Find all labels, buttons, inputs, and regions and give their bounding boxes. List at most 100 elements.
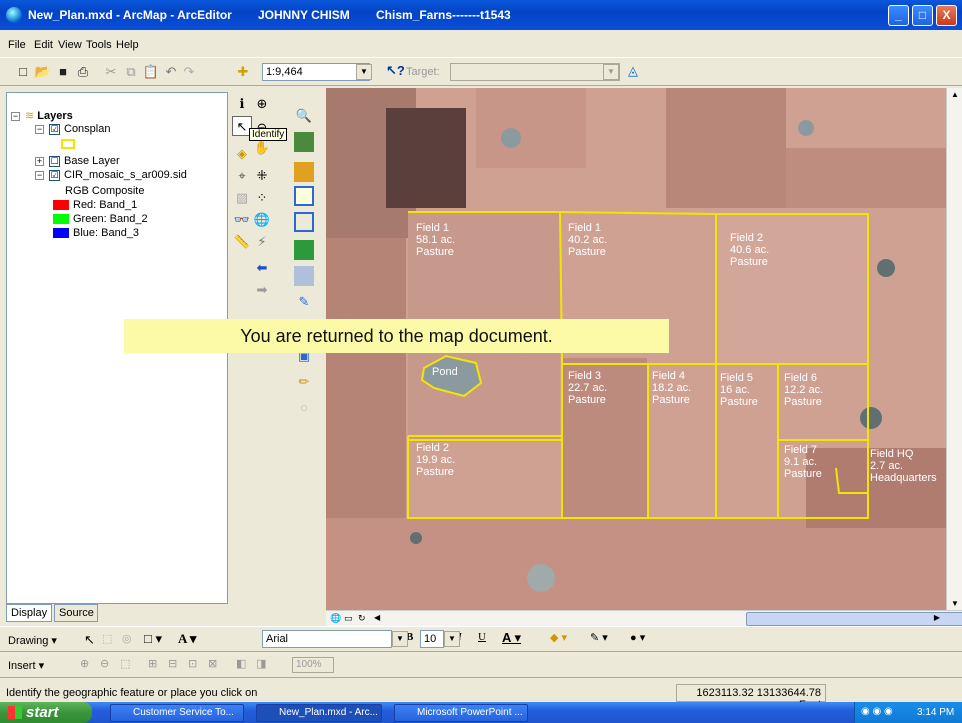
maximize-button[interactable]: □ [912,5,933,26]
layer-base[interactable]: + ☐ Base Layer [35,155,120,167]
drawing-menu-button[interactable]: Drawing ▾ [8,634,57,647]
taskbar-item[interactable]: New_Plan.mxd - Arc... [256,704,382,722]
forward-arrow-icon[interactable]: ➡ [252,280,272,300]
scroll-up-icon[interactable]: ▲ [951,90,959,99]
layout-forward-icon[interactable] [294,266,314,286]
layout-zoom-select[interactable]: 100% [292,657,334,673]
expand-icon[interactable]: + [35,156,44,166]
back-arrow-icon[interactable]: ⬅ [252,258,272,278]
edit-vertices-icon[interactable]: ⌖ [232,166,252,186]
fixed-zoom-out-icon[interactable]: ⁘ [252,188,272,208]
close-button[interactable]: X [936,5,957,26]
line-color-icon[interactable]: ✎ ▾ [590,631,608,644]
full-extent-globe-icon[interactable]: 🌐 [252,210,272,230]
layer-consplan[interactable]: − ☑ Consplan [35,123,110,135]
scale-dropdown-button[interactable]: ▼ [356,64,372,80]
zoom-selected-icon[interactable]: ◎ [122,632,132,645]
tab-source[interactable]: Source [54,604,98,622]
font-dropdown-button[interactable]: ▼ [392,631,408,647]
collapse-icon[interactable]: − [35,170,44,180]
scroll-right-icon[interactable]: ▶ [934,613,940,622]
edit-tool-icon[interactable]: ✎ [294,292,314,312]
rectangle-icon[interactable]: □ ▾ [144,631,162,647]
data-view-icon[interactable]: 🌐 [330,613,341,624]
collapse-icon[interactable]: − [11,111,20,121]
pan-hand-icon[interactable]: ✋ [252,138,272,158]
map-horizontal-scrollbar[interactable]: 🌐 ▭ ↻ ◀ ▶ [326,610,962,626]
zoom-100-layout-icon[interactable]: ⊠ [208,657,217,670]
cut-icon[interactable]: ✂ [102,63,120,81]
layer-cir-mosaic[interactable]: − ☑ CIR_mosaic_s_ar009.sid [35,169,187,181]
clear-selection-icon[interactable]: ▨ [232,188,252,208]
tab-display[interactable]: Display [6,604,52,622]
font-color-icon[interactable]: A ▾ [502,630,521,646]
scroll-down-icon[interactable]: ▼ [951,599,959,608]
layout-back-icon[interactable] [294,240,314,260]
zoom-in-layout-icon[interactable]: ⊕ [80,657,89,670]
print-icon[interactable]: ⎙ [74,63,92,81]
minimize-button[interactable]: _ [888,5,909,26]
open-folder-icon[interactable]: 📂 [34,63,52,81]
taskbar-item[interactable]: Microsoft PowerPoint ... [394,704,528,722]
whats-this-icon[interactable]: ↖? [386,62,405,80]
copy-icon[interactable]: ⧉ [122,63,140,81]
collapse-icon[interactable]: − [35,124,44,134]
zoom-100-icon[interactable] [294,212,314,232]
scroll-left-icon[interactable]: ◀ [374,613,380,622]
layers-root[interactable]: − ≋ Layers [11,109,73,122]
scrollbar-thumb[interactable] [746,612,962,626]
map-vertical-scrollbar[interactable]: ▲ ▼ [946,88,962,610]
marker-color-icon[interactable]: ● ▾ [630,631,645,644]
font-size-select[interactable]: 10 [420,630,444,648]
whole-page-icon[interactable]: ⊡ [188,657,197,670]
back-extent-icon[interactable]: ◧ [236,657,246,670]
new-document-icon[interactable]: □ [14,63,32,81]
zoom-in-icon[interactable]: ⊕ [252,94,272,114]
insert-menu-button[interactable]: Insert ▾ [8,659,44,672]
editor-toolbar-icon[interactable]: ◬ [624,62,642,80]
select-arrow-icon[interactable]: ↖ [84,632,95,648]
fixed-out-layout-icon[interactable]: ⊟ [168,657,177,670]
select-features-icon[interactable]: ◈ [232,144,252,164]
font-name-select[interactable]: Arial [262,630,392,648]
forward-extent-icon[interactable]: ◨ [256,657,266,670]
refresh-icon[interactable]: ↻ [358,613,366,624]
paste-icon[interactable]: 📋 [142,63,160,81]
zoom-whole-page-icon[interactable] [294,186,314,206]
undo-icon[interactable]: ↶ [162,63,180,81]
save-icon[interactable]: ■ [54,63,72,81]
start-button[interactable]: start [0,702,92,723]
menu-tools[interactable]: Tools [86,39,112,51]
layer-checkbox[interactable]: ☐ [49,155,60,167]
pan-layout-icon[interactable]: ⬚ [120,657,130,670]
magnify-icon[interactable]: 🔍 [294,106,314,126]
underline-icon[interactable]: U [478,631,486,643]
circle-tool-icon[interactable]: ○ [294,398,314,418]
zoom-out-layout-icon[interactable]: ⊖ [100,657,109,670]
menu-edit[interactable]: Edit [34,39,53,51]
layout-view-icon[interactable]: ▭ [344,613,353,624]
rotate-icon[interactable]: ⬚ [102,632,112,645]
text-tool-icon[interactable]: A ▾ [178,631,196,647]
fixed-in-layout-icon[interactable]: ⊞ [148,657,157,670]
measure-icon[interactable]: 📏 [232,232,252,252]
fixed-zoom-in-icon[interactable]: ⁜ [252,166,272,186]
target-dropdown-button[interactable]: ▼ [603,64,619,80]
layout-pan-icon[interactable] [294,162,314,182]
pencil-icon[interactable]: ✏ [294,372,314,392]
hyperlink-icon[interactable]: ⚡ [252,232,272,252]
taskbar-item[interactable]: Customer Service To... [110,704,244,722]
tray-icons[interactable]: ◉ ◉ ◉ [861,706,893,717]
fill-color-icon[interactable]: ◆ ▾ [550,631,567,644]
layer-checkbox[interactable]: ☑ [49,169,60,181]
menu-help[interactable]: Help [116,39,139,51]
layout-zoom-icon[interactable] [294,132,314,152]
menu-view[interactable]: View [58,39,82,51]
size-dropdown-button[interactable]: ▼ [444,631,460,647]
menu-file[interactable]: File [8,39,26,51]
find-binoculars-icon[interactable]: 👓 [232,210,252,230]
redo-icon[interactable]: ↷ [180,63,198,81]
layer-checkbox[interactable]: ☑ [49,123,60,135]
map-scale-input[interactable]: 1:9,464 [262,63,370,81]
identify-info-icon[interactable]: ℹ [232,94,252,114]
